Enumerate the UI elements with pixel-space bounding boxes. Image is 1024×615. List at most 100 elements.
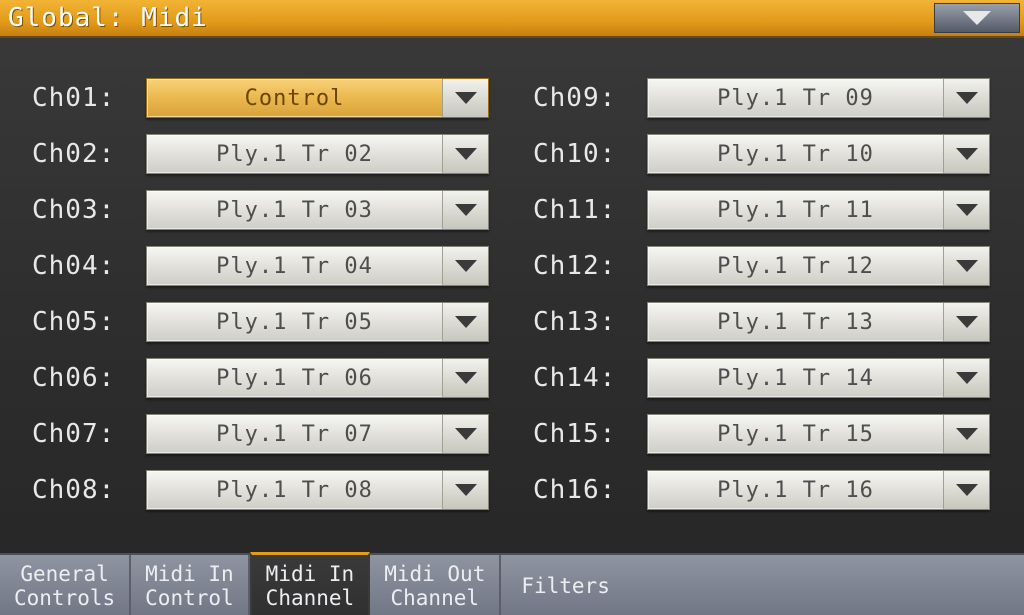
channel-grid: Ch01: Control Ch02: Ply.1 Tr 02 Ch03: Pl… — [0, 38, 1024, 553]
channel-value: Ply.1 Tr 08 — [147, 471, 442, 509]
channel-value: Ply.1 Tr 07 — [147, 415, 442, 453]
chevron-down-icon — [963, 11, 991, 25]
channel-label: Ch14: — [529, 363, 647, 393]
chevron-down-icon — [455, 428, 477, 440]
dropdown-arrow — [442, 247, 488, 285]
channel-value: Control — [147, 79, 442, 117]
tab-midi-in-channel[interactable]: Midi In Channel — [250, 552, 371, 615]
channel-row: Ch05: Ply.1 Tr 05 — [28, 300, 489, 344]
channel-label: Ch16: — [529, 475, 647, 505]
chevron-down-icon — [956, 428, 978, 440]
channel-row: Ch16: Ply.1 Tr 16 — [529, 468, 990, 512]
channel-label: Ch08: — [28, 475, 146, 505]
tab-bar: General Controls Midi In Control Midi In… — [0, 553, 1024, 615]
dropdown-arrow — [943, 471, 989, 509]
chevron-down-icon — [455, 484, 477, 496]
channel-select-ch09[interactable]: Ply.1 Tr 09 — [647, 78, 990, 118]
channel-select-ch13[interactable]: Ply.1 Tr 13 — [647, 302, 990, 342]
screen: Global: Midi Ch01: Control Ch02: Ply.1 T… — [0, 0, 1024, 615]
channel-label: Ch09: — [529, 83, 647, 113]
channel-value: Ply.1 Tr 09 — [648, 79, 943, 117]
channel-label: Ch06: — [28, 363, 146, 393]
channel-row: Ch03: Ply.1 Tr 03 — [28, 188, 489, 232]
channel-value: Ply.1 Tr 03 — [147, 191, 442, 229]
title-bar: Global: Midi — [0, 0, 1024, 38]
channel-select-ch15[interactable]: Ply.1 Tr 15 — [647, 414, 990, 454]
channel-select-ch04[interactable]: Ply.1 Tr 04 — [146, 246, 489, 286]
channel-column-left: Ch01: Control Ch02: Ply.1 Tr 02 Ch03: Pl… — [28, 76, 489, 535]
channel-value: Ply.1 Tr 05 — [147, 303, 442, 341]
channel-row: Ch15: Ply.1 Tr 15 — [529, 412, 990, 456]
channel-row: Ch08: Ply.1 Tr 08 — [28, 468, 489, 512]
dropdown-arrow — [442, 359, 488, 397]
channel-value: Ply.1 Tr 06 — [147, 359, 442, 397]
dropdown-arrow — [943, 79, 989, 117]
tab-general-controls[interactable]: General Controls — [0, 555, 131, 615]
dropdown-arrow — [943, 247, 989, 285]
channel-value: Ply.1 Tr 13 — [648, 303, 943, 341]
chevron-down-icon — [956, 92, 978, 104]
channel-value: Ply.1 Tr 15 — [648, 415, 943, 453]
channel-label: Ch13: — [529, 307, 647, 337]
channel-select-ch08[interactable]: Ply.1 Tr 08 — [146, 470, 489, 510]
dropdown-arrow — [943, 415, 989, 453]
channel-select-ch02[interactable]: Ply.1 Tr 02 — [146, 134, 489, 174]
chevron-down-icon — [455, 148, 477, 160]
channel-value: Ply.1 Tr 16 — [648, 471, 943, 509]
dropdown-arrow — [943, 359, 989, 397]
channel-row: Ch04: Ply.1 Tr 04 — [28, 244, 489, 288]
channel-row: Ch02: Ply.1 Tr 02 — [28, 132, 489, 176]
channel-row: Ch14: Ply.1 Tr 14 — [529, 356, 990, 400]
channel-row: Ch07: Ply.1 Tr 07 — [28, 412, 489, 456]
tab-filters[interactable]: Filters — [501, 555, 1024, 615]
tab-midi-in-control[interactable]: Midi In Control — [131, 555, 250, 615]
channel-value: Ply.1 Tr 11 — [648, 191, 943, 229]
dropdown-arrow — [442, 135, 488, 173]
dropdown-arrow — [943, 191, 989, 229]
dropdown-arrow — [442, 415, 488, 453]
page-menu-button[interactable] — [934, 3, 1020, 33]
dropdown-arrow — [442, 471, 488, 509]
channel-row: Ch13: Ply.1 Tr 13 — [529, 300, 990, 344]
channel-label: Ch11: — [529, 195, 647, 225]
channel-select-ch12[interactable]: Ply.1 Tr 12 — [647, 246, 990, 286]
dropdown-arrow — [442, 79, 488, 117]
page-title: Global: Midi — [8, 3, 208, 33]
tab-midi-out-channel[interactable]: Midi Out Channel — [370, 555, 501, 615]
channel-row: Ch01: Control — [28, 76, 489, 120]
chevron-down-icon — [956, 484, 978, 496]
channel-value: Ply.1 Tr 14 — [648, 359, 943, 397]
channel-row: Ch06: Ply.1 Tr 06 — [28, 356, 489, 400]
channel-select-ch16[interactable]: Ply.1 Tr 16 — [647, 470, 990, 510]
channel-label: Ch04: — [28, 251, 146, 281]
channel-select-ch07[interactable]: Ply.1 Tr 07 — [146, 414, 489, 454]
channel-row: Ch10: Ply.1 Tr 10 — [529, 132, 990, 176]
channel-column-right: Ch09: Ply.1 Tr 09 Ch10: Ply.1 Tr 10 Ch11… — [529, 76, 990, 535]
channel-select-ch14[interactable]: Ply.1 Tr 14 — [647, 358, 990, 398]
dropdown-arrow — [943, 303, 989, 341]
channel-label: Ch03: — [28, 195, 146, 225]
chevron-down-icon — [455, 372, 477, 384]
channel-select-ch06[interactable]: Ply.1 Tr 06 — [146, 358, 489, 398]
channel-select-ch01[interactable]: Control — [146, 78, 489, 118]
chevron-down-icon — [956, 316, 978, 328]
channel-select-ch10[interactable]: Ply.1 Tr 10 — [647, 134, 990, 174]
channel-select-ch05[interactable]: Ply.1 Tr 05 — [146, 302, 489, 342]
channel-row: Ch12: Ply.1 Tr 12 — [529, 244, 990, 288]
dropdown-arrow — [442, 191, 488, 229]
channel-select-ch03[interactable]: Ply.1 Tr 03 — [146, 190, 489, 230]
channel-label: Ch05: — [28, 307, 146, 337]
channel-label: Ch02: — [28, 139, 146, 169]
chevron-down-icon — [455, 204, 477, 216]
channel-select-ch11[interactable]: Ply.1 Tr 11 — [647, 190, 990, 230]
channel-row: Ch09: Ply.1 Tr 09 — [529, 76, 990, 120]
chevron-down-icon — [455, 92, 477, 104]
chevron-down-icon — [455, 316, 477, 328]
channel-value: Ply.1 Tr 12 — [648, 247, 943, 285]
chevron-down-icon — [956, 260, 978, 272]
channel-value: Ply.1 Tr 10 — [648, 135, 943, 173]
channel-label: Ch12: — [529, 251, 647, 281]
chevron-down-icon — [455, 260, 477, 272]
dropdown-arrow — [943, 135, 989, 173]
channel-label: Ch01: — [28, 83, 146, 113]
